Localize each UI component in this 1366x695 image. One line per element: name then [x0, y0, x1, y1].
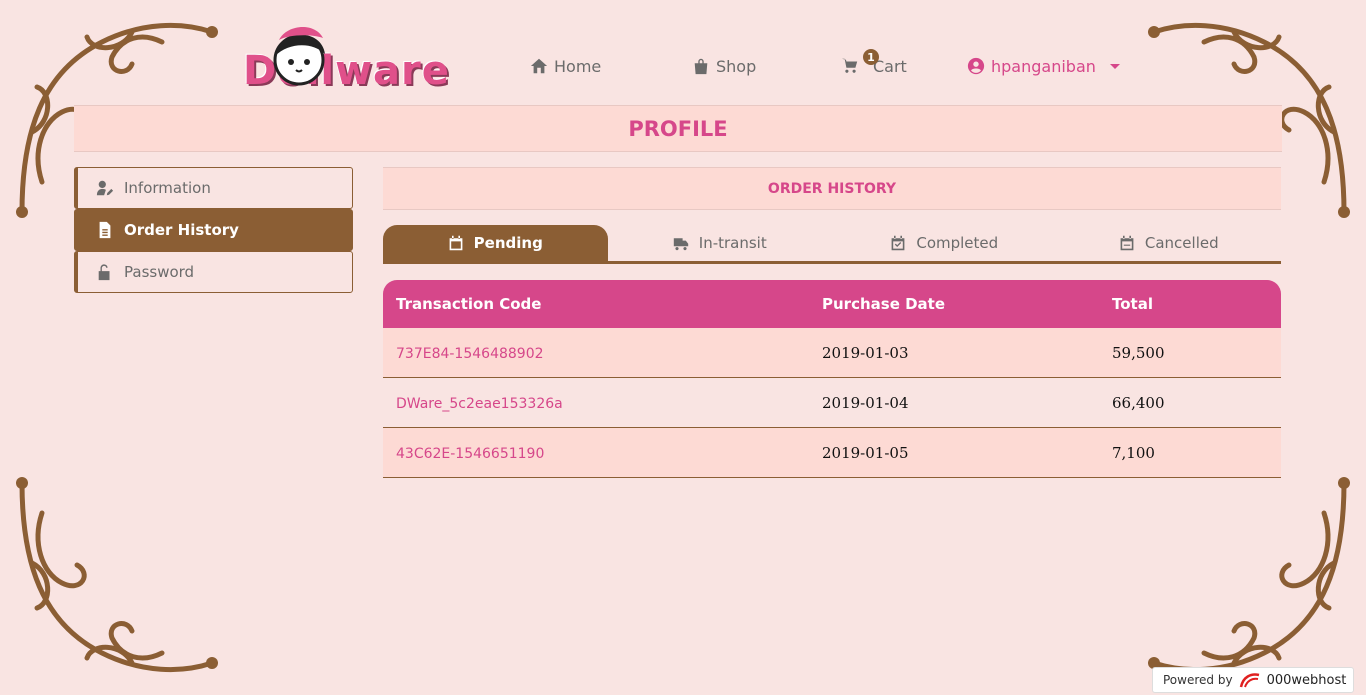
order-status-tabs: Pending In-transit Completed Cancelled — [383, 225, 1281, 264]
column-header: Purchase Date — [822, 295, 946, 313]
sidebar-item-order-history[interactable]: Order History — [74, 209, 353, 251]
nav-home-label: Home — [554, 56, 602, 76]
sidebar-item-label: Order History — [124, 221, 239, 239]
doll-face-icon — [273, 26, 325, 86]
tab-pending[interactable]: Pending — [383, 225, 608, 261]
calendar-minus-icon — [1120, 235, 1134, 251]
transaction-code-link[interactable]: DWare_5c2eae153326a — [396, 396, 563, 412]
unlock-icon — [98, 264, 110, 281]
corner-ornament-icon — [16, 477, 218, 672]
webhost-logo-icon — [1239, 673, 1259, 688]
tab-cancelled[interactable]: Cancelled — [1057, 225, 1282, 261]
calendar-check-icon — [891, 235, 905, 251]
home-icon — [530, 58, 548, 74]
powered-by-label: Powered by — [1163, 673, 1233, 687]
tab-completed[interactable]: Completed — [832, 225, 1057, 261]
table-row: 43C62E-1546651190 2019-01-05 7,100 — [383, 428, 1281, 478]
cart-icon — [841, 58, 858, 73]
table-header: Transaction Code Purchase Date Total — [383, 280, 1281, 328]
order-history-title: ORDER HISTORY — [767, 180, 897, 197]
order-total: 66,400 — [1112, 393, 1165, 412]
tab-label: Cancelled — [1144, 234, 1219, 252]
sidebar-item-information[interactable]: Information — [74, 167, 353, 209]
tab-in-transit[interactable]: In-transit — [608, 225, 833, 261]
tab-label: Completed — [916, 234, 999, 252]
user-edit-icon — [96, 180, 114, 196]
truck-icon — [673, 238, 688, 251]
column-header: Transaction Code — [396, 295, 542, 313]
calendar-icon — [449, 235, 463, 251]
order-total: 7,100 — [1112, 443, 1155, 462]
table-row: 737E84-1546488902 2019-01-03 59,500 — [383, 328, 1281, 378]
purchase-date: 2019-01-04 — [822, 393, 909, 412]
order-history-header: ORDER HISTORY — [383, 167, 1281, 210]
table-row: DWare_5c2eae153326a 2019-01-04 66,400 — [383, 378, 1281, 428]
user-menu-dropdown[interactable]: hpanganiban — [967, 55, 1120, 77]
user-name-label: hpanganiban — [991, 56, 1096, 76]
corner-ornament-icon — [1148, 477, 1350, 672]
sidebar-item-label: Password — [124, 263, 195, 281]
tab-label: Pending — [473, 234, 543, 252]
file-icon — [99, 221, 111, 239]
nav-cart-link[interactable]: 1 Cart — [841, 49, 907, 77]
shopping-bag-icon — [694, 58, 708, 75]
transaction-code-link[interactable]: 737E84-1546488902 — [396, 346, 544, 362]
page-title: PROFILE — [628, 116, 728, 141]
cart-count-badge: 1 — [863, 49, 879, 65]
order-total: 59,500 — [1112, 343, 1165, 362]
order-history-table: Transaction Code Purchase Date Total 737… — [383, 280, 1281, 478]
transaction-code-link[interactable]: 43C62E-1546651190 — [396, 446, 544, 462]
nav-shop-link[interactable]: Shop — [692, 55, 756, 77]
profile-banner: PROFILE — [74, 105, 1282, 152]
column-header: Total — [1112, 295, 1153, 313]
sidebar-item-password[interactable]: Password — [74, 251, 353, 293]
tab-label: In-transit — [698, 234, 767, 252]
brand-logo[interactable]: Dollware — [243, 20, 483, 94]
caret-down-icon — [1109, 63, 1120, 69]
powered-by-badge[interactable]: Powered by 000webhost — [1152, 667, 1354, 693]
sidebar-item-label: Information — [124, 179, 211, 197]
nav-home-link[interactable]: Home — [530, 55, 601, 77]
purchase-date: 2019-01-05 — [822, 443, 909, 462]
nav-shop-label: Shop — [716, 56, 757, 76]
user-circle-icon — [967, 57, 985, 75]
webhost-label: 000webhost — [1266, 672, 1347, 688]
purchase-date: 2019-01-03 — [822, 343, 909, 362]
